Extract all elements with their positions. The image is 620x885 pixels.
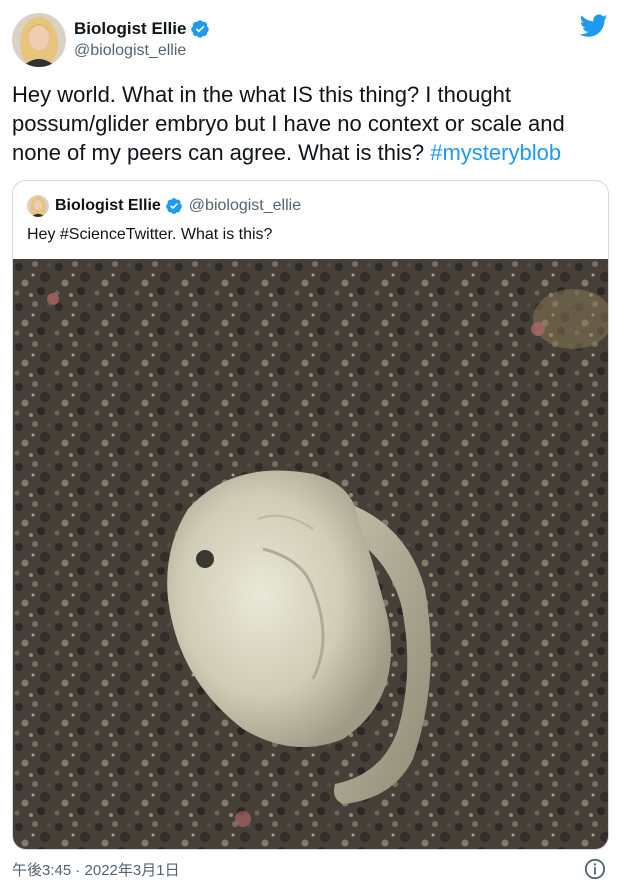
quoted-tweet-card[interactable]: Biologist Ellie @biologist_ellie Hey #Sc… — [12, 180, 609, 850]
twitter-bird-icon[interactable] — [580, 14, 608, 38]
info-icon[interactable] — [584, 858, 606, 880]
tweet-header: Biologist Ellie @biologist_ellie — [12, 12, 608, 68]
author-names: Biologist Ellie @biologist_ellie — [74, 18, 210, 62]
quoted-tweet-header: Biologist Ellie @biologist_ellie — [27, 195, 301, 217]
quoted-handle[interactable]: @biologist_ellie — [189, 197, 301, 215]
hashtag-link[interactable]: #mysteryblob — [430, 140, 561, 165]
tweet-text: Hey world. What in the what IS this thin… — [12, 80, 612, 167]
tweet-photo[interactable] — [13, 259, 609, 850]
author-handle[interactable]: @biologist_ellie — [74, 40, 210, 62]
tweet-footer: 午後3:45 · 2022年3月1日 — [12, 858, 608, 880]
quoted-avatar[interactable] — [27, 195, 49, 217]
quoted-tweet-text: Hey #ScienceTwitter. What is this? — [27, 226, 273, 243]
verified-badge-icon — [191, 20, 210, 38]
verified-badge-icon — [165, 198, 182, 214]
avatar[interactable] — [12, 13, 66, 67]
author-display-name[interactable]: Biologist Ellie — [74, 18, 186, 40]
quoted-display-name[interactable]: Biologist Ellie — [55, 197, 161, 215]
timestamp[interactable]: 午後3:45 · 2022年3月1日 — [12, 859, 180, 880]
